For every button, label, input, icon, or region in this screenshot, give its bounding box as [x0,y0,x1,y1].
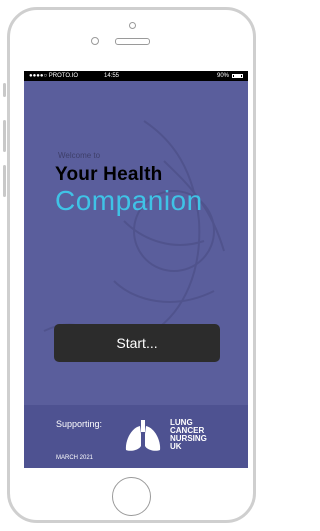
camera-icon [129,22,136,29]
carrier-label: ●●●●○ PROTO.IO [29,73,79,79]
logo-line: UK [170,442,182,451]
home-button[interactable] [112,477,151,516]
mute-switch [3,83,6,97]
status-bar: ●●●●○ PROTO.IO 14:55 90% [24,71,248,81]
app-title-line1: Your Health [55,164,163,185]
footer-panel: Supporting: MARCH 2021 LUNG CANCER NURSI… [24,405,248,468]
app-title-line2: Companion [55,185,203,216]
welcome-text: Welcome to [58,151,101,160]
lungs-icon [125,420,161,451]
front-camera-icon [91,37,99,45]
start-button[interactable]: Start... [54,324,220,362]
supporting-label: Supporting: [56,419,103,429]
battery-icon [232,74,243,78]
date-label: MARCH 2021 [56,455,94,461]
clock: 14:55 [104,73,120,79]
volume-down-button [3,165,6,197]
volume-up-button [3,120,6,152]
battery-percentage: 90% [216,73,229,79]
app-screen: ●●●●○ PROTO.IO 14:55 90% Welcome to Your… [24,71,248,468]
speaker-grille [115,38,150,45]
partner-logo-text: LUNG CANCER NURSING UK [170,419,207,451]
